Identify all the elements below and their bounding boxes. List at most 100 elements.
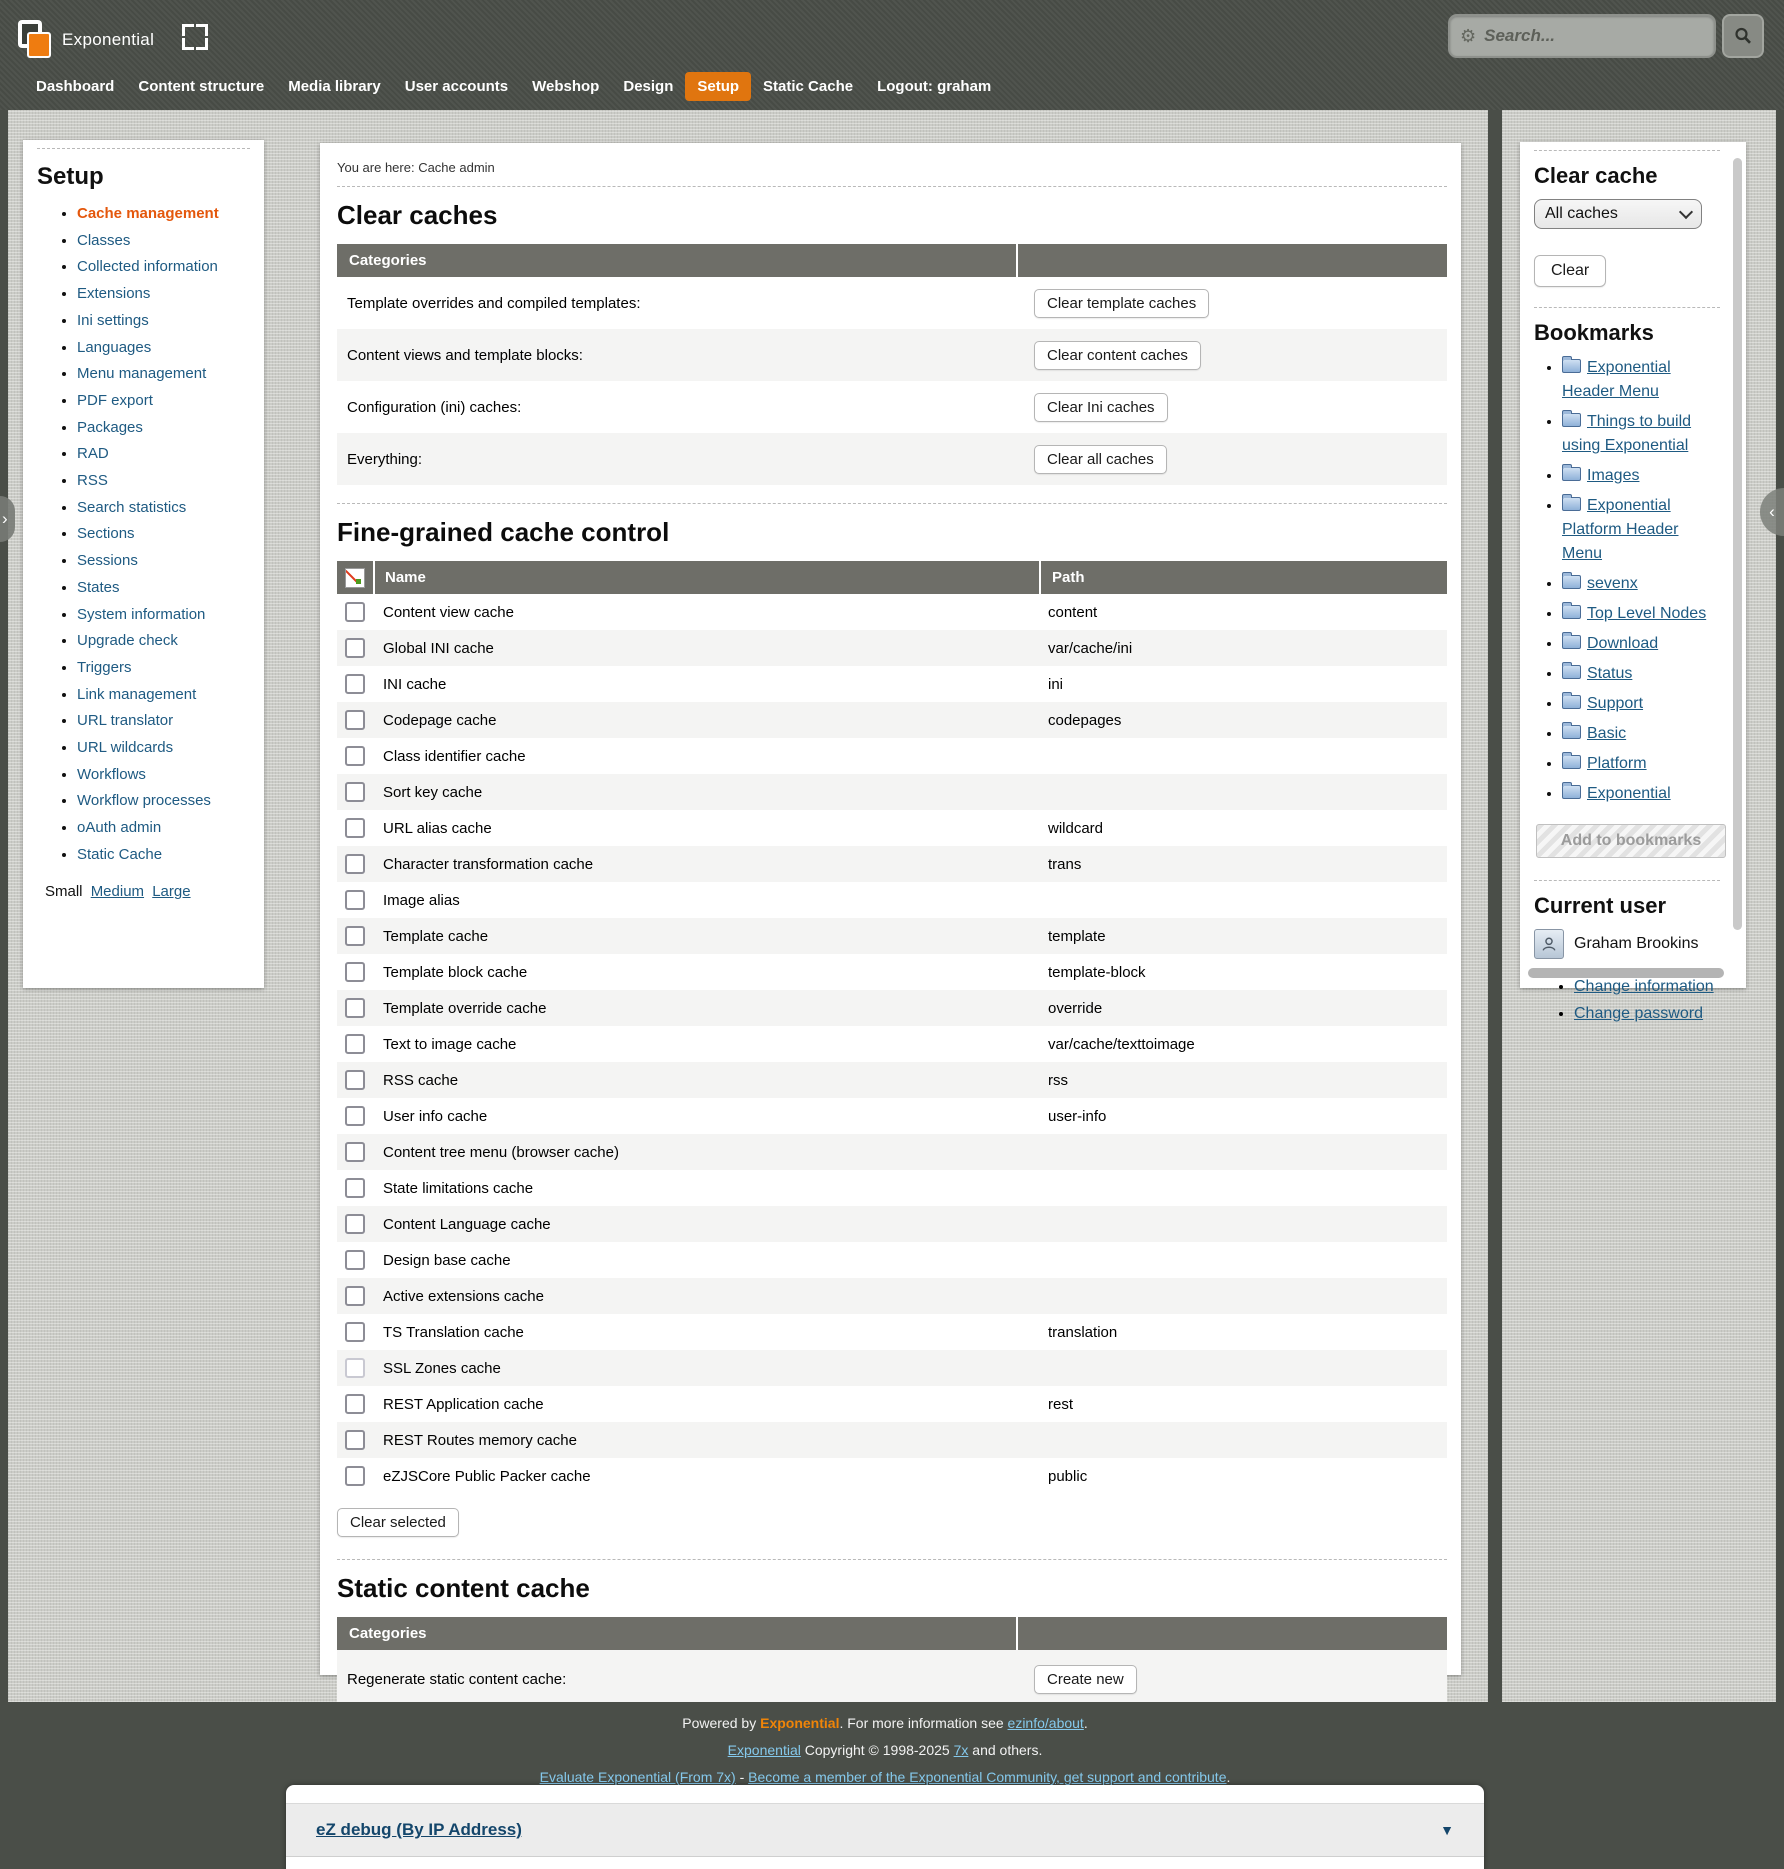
row-checkbox[interactable] [345,1142,365,1162]
sidebar-item-rad[interactable]: RAD [77,445,109,462]
bookmark-link[interactable]: Images [1587,467,1639,484]
cache-path: rest [1037,1396,1447,1413]
sidebar-item-upgrade-check[interactable]: Upgrade check [77,632,178,649]
sidebar-item-packages[interactable]: Packages [77,419,143,436]
nav-item-static-cache[interactable]: Static Cache [751,72,865,101]
clear-cache-row: Template overrides and compiled template… [337,277,1447,329]
add-to-bookmarks-button[interactable]: Add to bookmarks [1536,824,1726,858]
bookmark-link[interactable]: Basic [1587,725,1626,742]
create-new-button[interactable]: Create new [1034,1665,1137,1694]
row-checkbox[interactable] [345,1034,365,1054]
row-checkbox[interactable] [345,1430,365,1450]
clear-template-caches-button[interactable]: Clear template caches [1034,289,1209,318]
sidebar-item-triggers[interactable]: Triggers [77,659,131,676]
sidebar-menu-item: Collected information [77,254,250,281]
row-checkbox[interactable] [345,1214,365,1234]
bookmark-item: Support [1562,692,1720,716]
row-checkbox[interactable] [345,1286,365,1306]
vertical-scrollbar[interactable] [1733,158,1742,930]
row-checkbox[interactable] [345,638,365,658]
sevenx-link[interactable]: 7x [954,1742,969,1758]
ez-debug-link[interactable]: eZ debug (By IP Address) [316,1820,522,1840]
bookmark-link[interactable]: Things to build using Exponential [1562,413,1691,454]
clear-selected-button[interactable]: Clear selected [337,1508,459,1537]
sidebar-item-cache-management[interactable]: Cache management [77,205,219,222]
sidebar-item-menu-management[interactable]: Menu management [77,365,206,382]
sidebar-item-oauth-admin[interactable]: oAuth admin [77,819,161,836]
sidebar-item-link-management[interactable]: Link management [77,686,196,703]
row-checkbox[interactable] [345,602,365,622]
nav-item-webshop[interactable]: Webshop [520,72,611,101]
bookmark-link[interactable]: Download [1587,635,1658,652]
row-checkbox[interactable] [345,1070,365,1090]
debug-toggle-icon[interactable]: ▼ [1440,1822,1454,1838]
row-checkbox[interactable] [345,1466,365,1486]
nav-item-design[interactable]: Design [611,72,685,101]
nav-item-setup[interactable]: Setup [685,72,751,101]
sidebar-item-ini-settings[interactable]: Ini settings [77,312,149,329]
ezinfo-about-link[interactable]: ezinfo/about [1008,1715,1084,1731]
sidebar-item-system-information[interactable]: System information [77,606,205,623]
clear-all-caches-button[interactable]: Clear all caches [1034,445,1167,474]
row-checkbox[interactable] [345,674,365,694]
sidebar-item-pdf-export[interactable]: PDF export [77,392,153,409]
row-checkbox[interactable] [345,854,365,874]
row-checkbox[interactable] [345,1394,365,1414]
sidebar-item-rss[interactable]: RSS [77,472,108,489]
sidebar-item-classes[interactable]: Classes [77,232,130,249]
row-checkbox[interactable] [345,926,365,946]
row-checkbox[interactable] [345,1178,365,1198]
bookmark-link[interactable]: Top Level Nodes [1587,605,1706,622]
row-checkbox[interactable] [345,1322,365,1342]
bookmark-link[interactable]: Status [1587,665,1632,682]
exponential-logo-icon[interactable] [18,20,52,56]
row-checkbox[interactable] [345,962,365,982]
toggle-selection-icon[interactable] [345,568,365,588]
change-password-link[interactable]: Change password [1574,1005,1703,1022]
evaluate-link[interactable]: Evaluate Exponential (From 7x) [540,1769,736,1785]
sidebar-item-url-translator[interactable]: URL translator [77,712,173,729]
nav-item-content-structure[interactable]: Content structure [126,72,276,101]
sidebar-item-collected-information[interactable]: Collected information [77,258,218,275]
search-button[interactable] [1722,14,1764,58]
change-information-link[interactable]: Change information [1574,978,1714,995]
bookmark-link[interactable]: Platform [1587,755,1647,772]
row-checkbox[interactable] [345,818,365,838]
sidebar-item-url-wildcards[interactable]: URL wildcards [77,739,173,756]
clear-content-caches-button[interactable]: Clear content caches [1034,341,1201,370]
nav-item-media-library[interactable]: Media library [276,72,393,101]
sidebar-item-states[interactable]: States [77,579,120,596]
sidebar-item-languages[interactable]: Languages [77,339,151,356]
exponential-link[interactable]: Exponential [728,1742,801,1758]
sidebar-item-workflow-processes[interactable]: Workflow processes [77,792,211,809]
row-checkbox[interactable] [345,746,365,766]
chevron-left-icon: ‹ [1769,502,1775,522]
sidebar-item-sections[interactable]: Sections [77,525,135,542]
sidebar-item-static-cache[interactable]: Static Cache [77,846,162,863]
row-checkbox[interactable] [345,1106,365,1126]
row-checkbox[interactable] [345,782,365,802]
clear-button[interactable]: Clear [1534,255,1606,287]
nav-item-dashboard[interactable]: Dashboard [24,72,126,101]
clear-ini-caches-button[interactable]: Clear Ini caches [1034,393,1168,422]
community-link[interactable]: Become a member of the Exponential Commu… [748,1769,1226,1785]
row-checkbox[interactable] [345,1250,365,1270]
nav-item-user-accounts[interactable]: User accounts [393,72,520,101]
fullscreen-icon[interactable] [182,24,208,50]
clear-cache-select[interactable]: All caches [1534,199,1702,229]
sidebar-item-extensions[interactable]: Extensions [77,285,150,302]
row-checkbox[interactable] [345,890,365,910]
sidebar-item-workflows[interactable]: Workflows [77,766,146,783]
row-checkbox[interactable] [345,710,365,730]
nav-item-logout-graham[interactable]: Logout: graham [865,72,1003,101]
sidebar-item-sessions[interactable]: Sessions [77,552,138,569]
bookmark-link[interactable]: Exponential [1587,785,1671,802]
size-large-link[interactable]: Large [152,883,190,900]
search-input[interactable] [1482,25,1714,47]
row-checkbox[interactable] [345,998,365,1018]
horizontal-scrollbar[interactable] [1528,968,1724,978]
sidebar-item-search-statistics[interactable]: Search statistics [77,499,186,516]
bookmark-link[interactable]: sevenx [1587,575,1638,592]
bookmark-link[interactable]: Support [1587,695,1643,712]
size-medium-link[interactable]: Medium [91,883,144,900]
